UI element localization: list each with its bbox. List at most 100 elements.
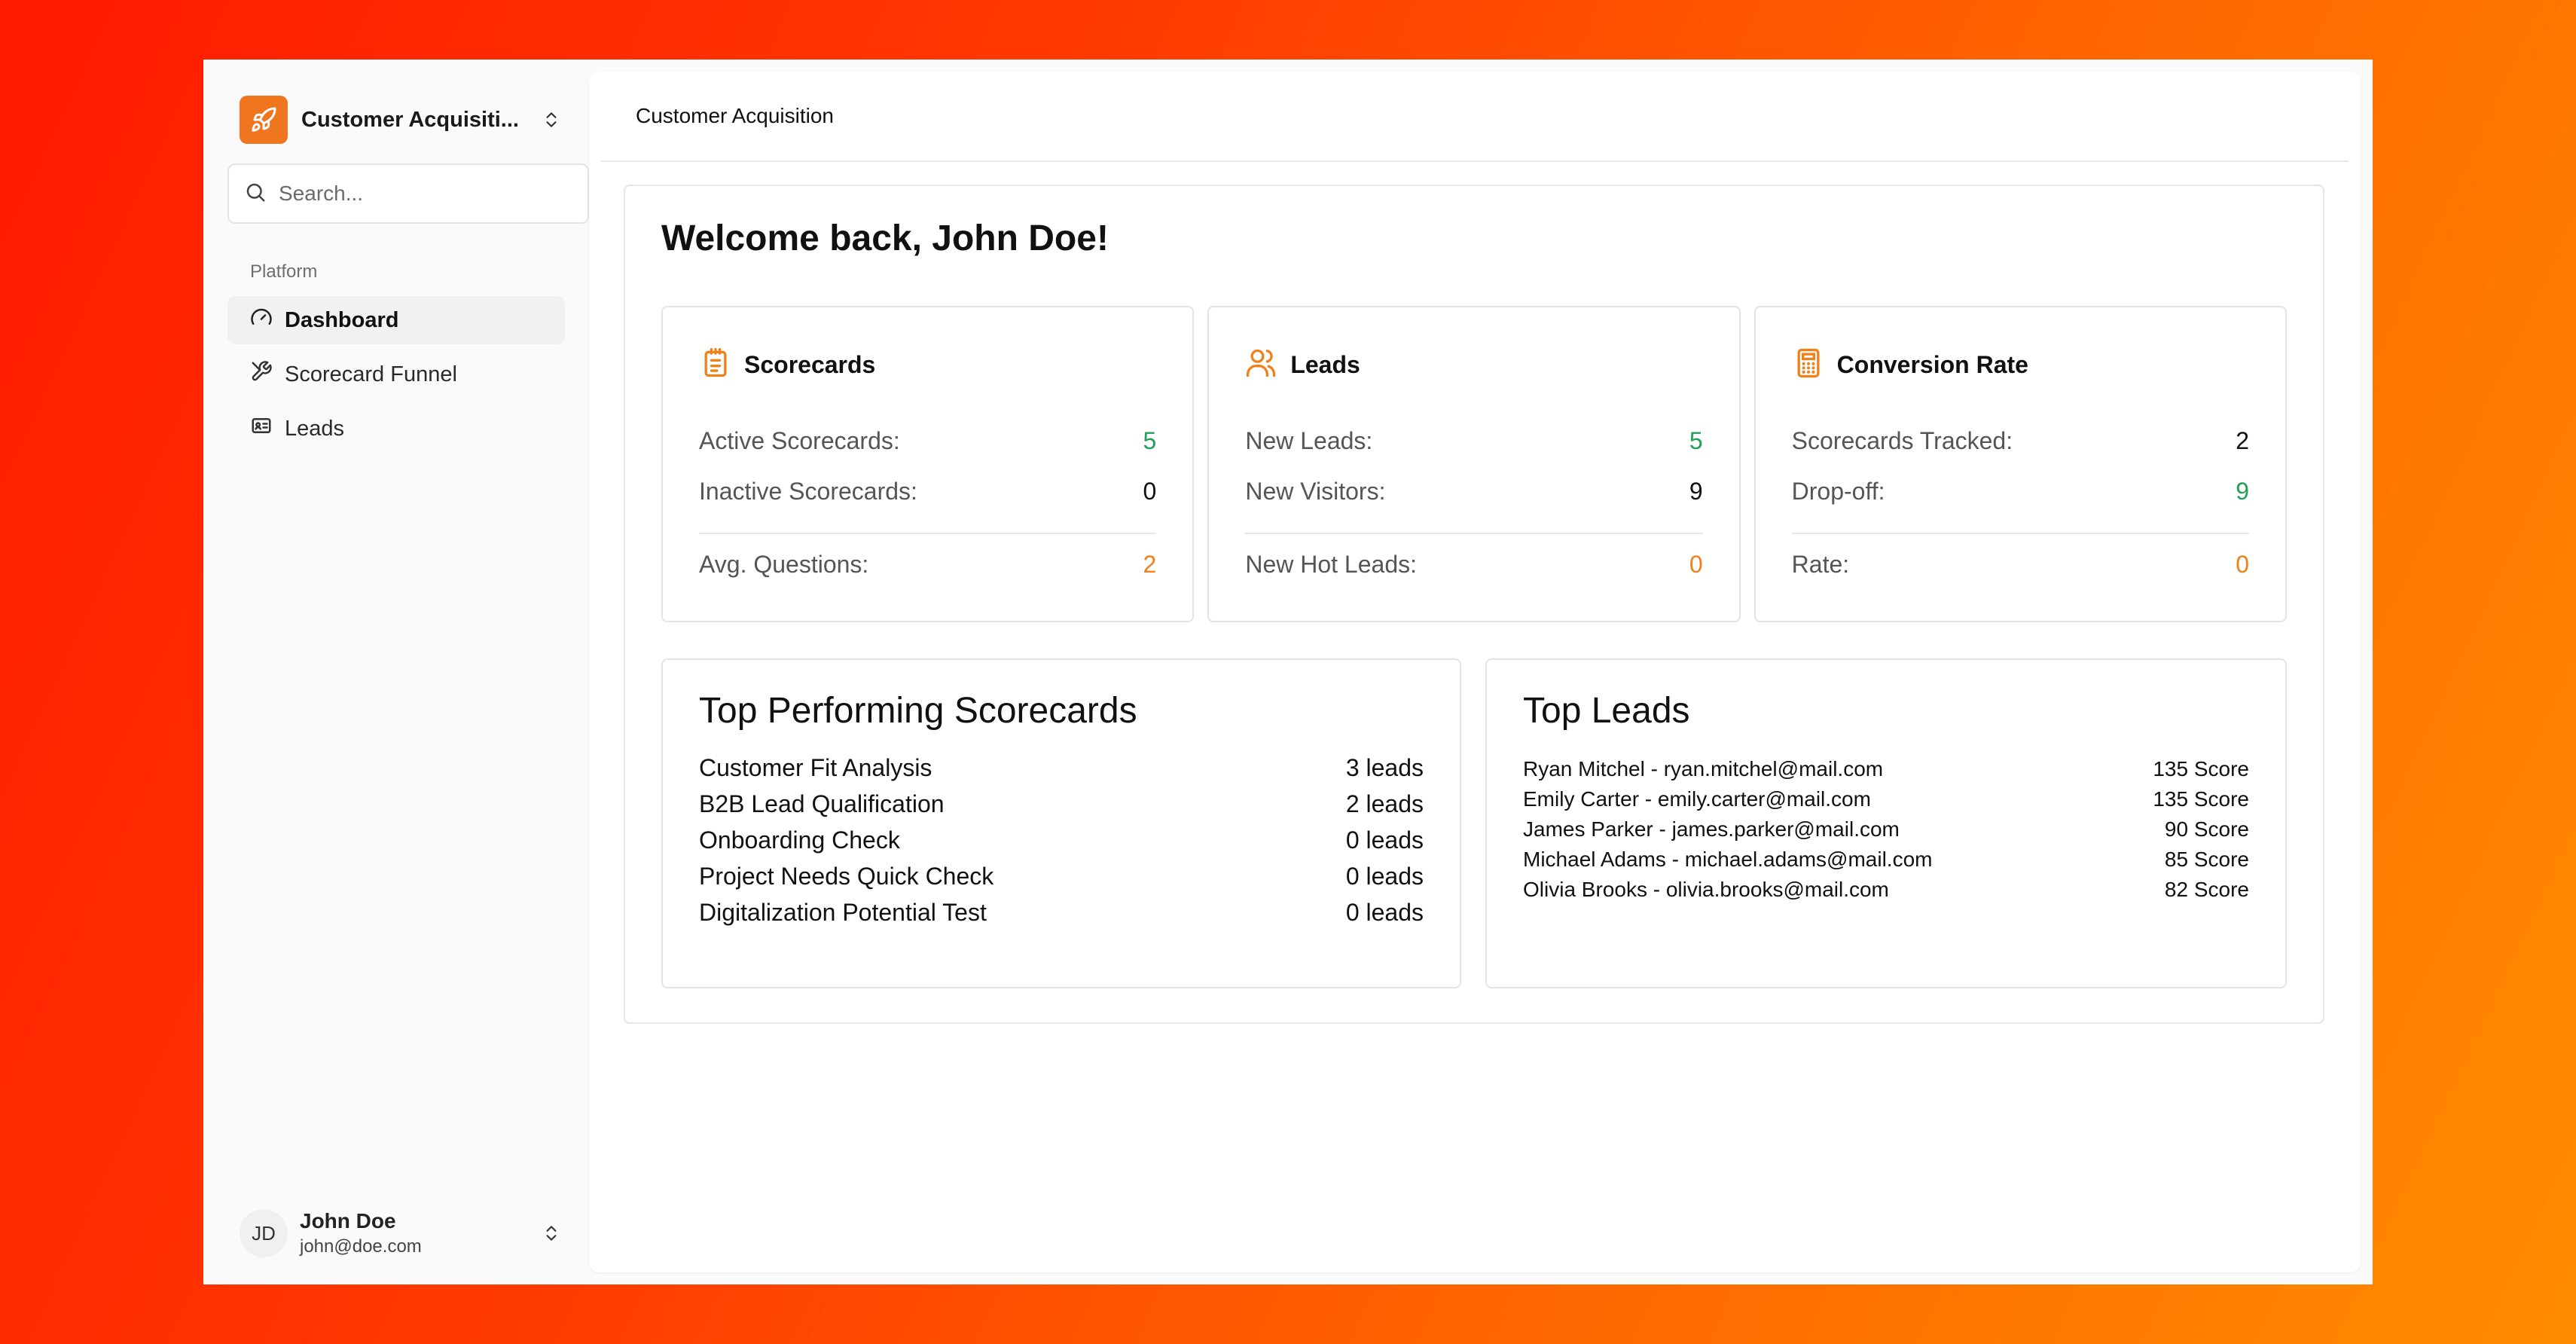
breadcrumb[interactable]: Customer Acquisition (636, 104, 834, 128)
scorecard-name: Customer Fit Analysis (699, 754, 932, 781)
stat-card-scorecards: Scorecards Active Scorecards: 5 Inactive… (661, 306, 1195, 622)
list-item[interactable]: Ryan Mitchel - ryan.mitchel@mail.com 135… (1523, 754, 2249, 784)
stat-card-title: Leads (1290, 351, 1360, 378)
stat-row: New Hot Leads: 0 (1245, 551, 1702, 579)
scorecard-list: Customer Fit Analysis 3 leads B2B Lead Q… (699, 750, 1424, 930)
stat-row: New Visitors: 9 (1245, 478, 1702, 506)
lead-name: Olivia Brooks - olivia.brooks@mail.com (1523, 878, 1889, 901)
workspace-switcher[interactable]: Customer Acquisiti... (215, 93, 577, 147)
stat-value: 0 (2236, 551, 2249, 578)
scorecard-name: Project Needs Quick Check (699, 863, 994, 890)
stat-value: 9 (1689, 478, 1703, 505)
sidebar-item-label: Scorecard Funnel (285, 362, 457, 386)
list-item[interactable]: Customer Fit Analysis 3 leads (699, 750, 1424, 786)
stat-value: 0 (1689, 551, 1703, 578)
top-scorecards-card: Top Performing Scorecards Customer Fit A… (661, 658, 1461, 988)
calculator-icon (1792, 347, 1825, 383)
lead-name: Ryan Mitchel - ryan.mitchel@mail.com (1523, 757, 1884, 780)
divider (1791, 533, 2249, 534)
stat-cards: Scorecards Active Scorecards: 5 Inactive… (661, 306, 2287, 622)
lead-count: 0 leads (1345, 863, 1424, 890)
stat-card-title: Conversion Rate (1836, 351, 2028, 378)
stat-label: Active Scorecards: (699, 427, 900, 454)
clipboard-icon (699, 347, 732, 383)
search-icon (244, 181, 267, 207)
lead-score: 90 Score (2164, 817, 2249, 841)
list-item[interactable]: Emily Carter - emily.carter@mail.com 135… (1523, 784, 2249, 814)
stat-card-conversion-rate: Conversion Rate Scorecards Tracked: 2 Dr… (1753, 306, 2287, 622)
lead-count: 0 leads (1345, 899, 1424, 926)
stat-row: Inactive Scorecards: 0 (699, 478, 1156, 506)
top-leads-card: Top Leads Ryan Mitchel - ryan.mitchel@ma… (1485, 658, 2287, 988)
stat-label: Drop-off: (1791, 478, 1885, 505)
list-cards: Top Performing Scorecards Customer Fit A… (661, 658, 2287, 988)
scorecard-name: Onboarding Check (699, 826, 900, 854)
stat-label: Inactive Scorecards: (699, 478, 917, 505)
list-item[interactable]: Olivia Brooks - olivia.brooks@mail.com 8… (1523, 875, 2249, 905)
topbar: Customer Acquisition (601, 72, 2349, 162)
lead-name: Michael Adams - michael.adams@mail.com (1523, 848, 1933, 871)
sidebar-item-dashboard[interactable]: Dashboard (227, 296, 565, 344)
scorecard-name: B2B Lead Qualification (699, 790, 945, 817)
list-item[interactable]: Project Needs Quick Check 0 leads (699, 858, 1424, 894)
gauge-icon (250, 306, 273, 334)
stat-label: Rate: (1791, 551, 1850, 578)
funnel-icon (250, 360, 273, 389)
lead-score: 135 Score (2153, 757, 2249, 780)
divider (699, 533, 1157, 534)
stat-card-title: Scorecards (744, 351, 876, 378)
stat-value: 2 (2236, 427, 2249, 454)
sidebar-nav: Dashboard Scorecard Funnel Leads (227, 296, 577, 453)
stat-label: New Leads: (1245, 427, 1373, 454)
stat-row: Drop-off: 9 (1792, 478, 2249, 506)
lead-score: 135 Score (2153, 787, 2249, 811)
stat-value: 5 (1689, 427, 1703, 454)
user-email: john@doe.com (300, 1236, 422, 1257)
chevrons-up-down-icon[interactable] (536, 1218, 566, 1248)
id-card-icon (250, 414, 273, 443)
lead-count: 0 leads (1345, 826, 1424, 854)
sidebar-item-label: Leads (285, 416, 345, 441)
avatar: JD (240, 1209, 288, 1257)
stat-row: Active Scorecards: 5 (699, 427, 1156, 455)
user-menu[interactable]: JD John Doe john@doe.com (215, 1203, 577, 1263)
sidebar-item-leads[interactable]: Leads (227, 405, 565, 453)
user-name: John Doe (300, 1209, 396, 1233)
stat-row: Avg. Questions: 2 (699, 551, 1156, 579)
search-input[interactable] (279, 182, 572, 206)
stat-value: 9 (2236, 478, 2249, 505)
search-field[interactable] (227, 163, 589, 224)
stat-label: Avg. Questions: (699, 551, 869, 578)
scorecard-name: Digitalization Potential Test (699, 899, 987, 926)
rocket-icon (240, 96, 288, 144)
lead-count: 3 leads (1345, 754, 1424, 781)
stat-row: Rate: 0 (1792, 551, 2249, 579)
lead-name: James Parker - james.parker@mail.com (1523, 817, 1900, 841)
sidebar-item-label: Dashboard (285, 307, 399, 332)
card-title: Top Leads (1523, 691, 1690, 731)
lead-score: 85 Score (2164, 848, 2249, 871)
sidebar: Customer Acquisiti... Platform Dashboard (203, 60, 589, 1284)
list-item[interactable]: James Parker - james.parker@mail.com 90 … (1523, 814, 2249, 845)
chevrons-up-down-icon[interactable] (536, 105, 566, 135)
dashboard-content: Welcome back, John Doe! Scorecards Activ… (624, 185, 2324, 1024)
page-title: Welcome back, John Doe! (661, 218, 1109, 258)
stat-label: New Visitors: (1245, 478, 1386, 505)
lead-score: 82 Score (2164, 878, 2249, 901)
stat-row: Scorecards Tracked: 2 (1792, 427, 2249, 455)
divider (1245, 533, 1703, 534)
card-title: Top Performing Scorecards (699, 691, 1137, 731)
list-item[interactable]: B2B Lead Qualification 2 leads (699, 786, 1424, 822)
app-window: Customer Acquisiti... Platform Dashboard (203, 60, 2373, 1284)
users-icon (1245, 347, 1278, 383)
list-item[interactable]: Onboarding Check 0 leads (699, 822, 1424, 858)
list-item[interactable]: Michael Adams - michael.adams@mail.com 8… (1523, 845, 2249, 875)
workspace-name: Customer Acquisiti... (301, 107, 519, 132)
sidebar-item-scorecard-funnel[interactable]: Scorecard Funnel (227, 350, 565, 399)
list-item[interactable]: Digitalization Potential Test 0 leads (699, 894, 1424, 930)
stat-value: 5 (1143, 427, 1157, 454)
lead-list: Ryan Mitchel - ryan.mitchel@mail.com 135… (1523, 754, 2249, 905)
stat-row: New Leads: 5 (1245, 427, 1702, 455)
stat-label: New Hot Leads: (1245, 551, 1417, 578)
stat-card-leads: Leads New Leads: 5 New Visitors: 9 New H… (1207, 306, 1741, 622)
